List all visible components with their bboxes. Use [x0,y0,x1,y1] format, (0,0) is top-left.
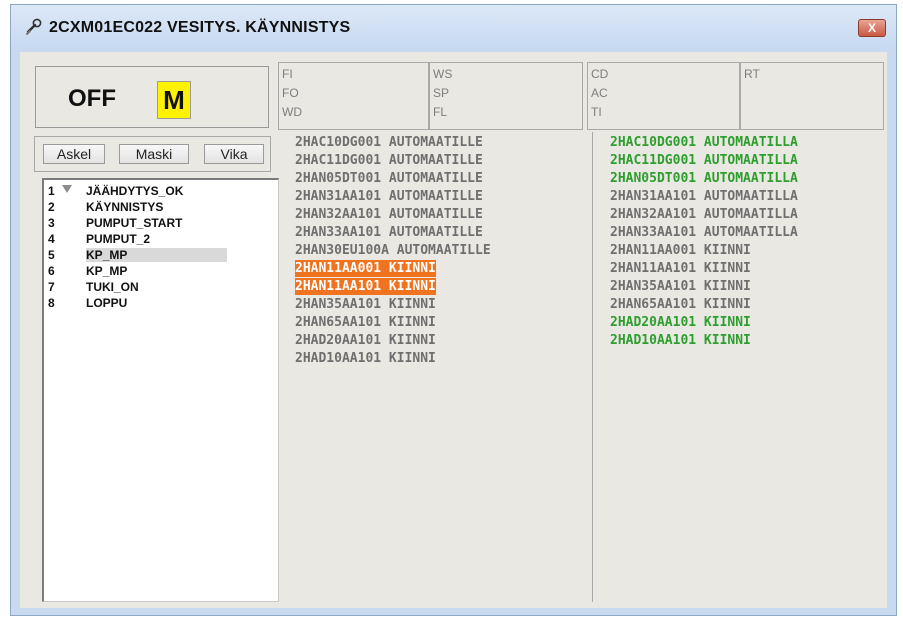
param-label: CD [591,67,609,81]
step-label: KP_MP [86,264,128,278]
step-label: TUKI_ON [86,280,139,294]
step-number: 5 [48,248,55,262]
close-icon: X [867,21,876,35]
condition-row: 2HAC10DG001 AUTOMAATILLE [295,135,483,150]
step-label: JÄÄHDYTYS_OK [86,184,184,198]
step-item[interactable]: 6 KP_MP [44,264,274,278]
condition-row: 2HAN31AA101 AUTOMAATILLA [610,189,798,204]
condition-row-ok: 2HAC11DG001 AUTOMAATILLA [610,153,798,168]
condition-row: 2HAN35AA101 KIINNI [295,297,436,312]
step-label: KP_MP [86,248,228,262]
title-bar[interactable]: 2CXM01EC022 VESITYS. KÄYNNISTYS X [11,5,896,49]
condition-row-ok: 2HAD10AA101 KIINNI [610,333,751,348]
wrench-icon [26,18,42,35]
main-panel: OFF M FI FO WD WS SP FL CD AC TI RT Aske… [20,52,887,608]
param-label: RT [744,67,760,81]
condition-row: 2HAN30EU100A AUTOMAATILLE [295,243,491,258]
condition-row: 2HAD10AA101 KIINNI [295,351,436,366]
param-label: TI [591,105,602,119]
app-window: 2CXM01EC022 VESITYS. KÄYNNISTYS X OFF M … [10,4,897,616]
step-button[interactable]: Askel [43,144,105,164]
param-label: SP [433,86,450,100]
condition-row: 2HAN65AA101 KIINNI [295,315,436,330]
condition-row: 2HAN11AA101 KIINNI [610,261,751,276]
sequence-state: OFF [68,85,116,112]
step-item-selected[interactable]: 5 KP_MP [44,248,274,262]
close-button[interactable]: X [858,19,886,37]
step-number: 1 [48,184,55,198]
step-label: PUMPUT_START [86,216,183,230]
step-label: PUMPUT_2 [86,232,151,246]
step-list[interactable]: 1 JÄÄHDYTYS_OK 2 KÄYNNISTYS 3 PUMPUT_STA… [42,178,279,602]
step-number: 8 [48,296,55,310]
condition-row: 2HAC11DG001 AUTOMAATILLE [295,153,483,168]
condition-row: 2HAN32AA101 AUTOMAATILLE [295,207,483,222]
fault-button[interactable]: Vika [204,144,264,164]
sequence-status-box: OFF M [35,66,269,128]
param-label: AC [591,86,608,100]
param-label: FI [282,67,293,81]
condition-row-ok: 2HAN05DT001 AUTOMAATILLA [610,171,798,186]
step-number: 6 [48,264,55,278]
param-label: FO [282,86,299,100]
param-box-runtime: RT [740,62,884,130]
step-item[interactable]: 3 PUMPUT_START [44,216,274,230]
condition-row-ok: 2HAD20AA101 KIINNI [610,315,751,330]
condition-row: 2HAN05DT001 AUTOMAATILLE [295,171,483,186]
step-number: 3 [48,216,55,230]
param-label: WD [282,105,302,119]
condition-row: 2HAN11AA001 KIINNI [610,243,751,258]
column-divider [592,132,593,602]
param-box-control: CD AC TI [587,62,740,130]
param-box-flow: FI FO WD [278,62,429,130]
step-item[interactable]: 2 KÄYNNISTYS [44,200,274,214]
condition-row: 2HAN32AA101 AUTOMAATILLA [610,207,798,222]
step-label: KÄYNNISTYS [86,200,164,214]
condition-row-ok: 2HAC10DG001 AUTOMAATILLA [610,135,798,150]
step-number: 2 [48,200,55,214]
param-label: WS [433,67,453,81]
step-label: LOPPU [86,296,128,310]
condition-row-fault: 2HAN11AA001 KIINNI [295,260,436,277]
param-box-setpoint: WS SP FL [429,62,583,130]
step-number: 7 [48,280,55,294]
step-item[interactable]: 7 TUKI_ON [44,280,274,294]
window-title: 2CXM01EC022 VESITYS. KÄYNNISTYS [49,19,351,36]
condition-row: 2HAN35AA101 KIINNI [610,279,751,294]
mode-indicator[interactable]: M [157,81,191,119]
param-label: FL [433,105,448,119]
step-number: 4 [48,232,55,246]
condition-row: 2HAN65AA101 KIINNI [610,297,751,312]
condition-row-fault: 2HAN11AA101 KIINNI [295,278,436,295]
step-item[interactable]: 1 JÄÄHDYTYS_OK [44,184,274,198]
action-button-group: Askel Maski Vika [34,136,271,172]
current-step-arrow-icon [62,185,72,193]
step-item[interactable]: 8 LOPPU [44,296,274,310]
mask-button[interactable]: Maski [119,144,189,164]
condition-row: 2HAN33AA101 AUTOMAATILLE [295,225,483,240]
step-item[interactable]: 4 PUMPUT_2 [44,232,274,246]
condition-row: 2HAD20AA101 KIINNI [295,333,436,348]
condition-row: 2HAN33AA101 AUTOMAATILLA [610,225,798,240]
condition-row: 2HAN31AA101 AUTOMAATILLE [295,189,483,204]
